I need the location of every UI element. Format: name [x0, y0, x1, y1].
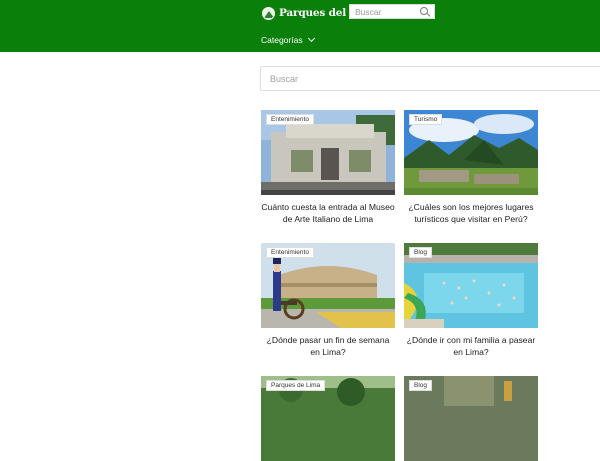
post-card[interactable]: Parques de Lima [261, 376, 395, 461]
post-card[interactable]: Entenimiento ¿Dónde pasar un fin de sema… [261, 243, 395, 358]
post-thumbnail[interactable]: Blog [404, 243, 538, 328]
main-search-placeholder: Buscar [270, 74, 299, 84]
post-card[interactable]: Blog [404, 376, 538, 461]
header-search-input[interactable]: Buscar [349, 4, 435, 19]
category-badge[interactable]: Entenimiento [266, 114, 314, 125]
post-thumbnail[interactable]: Parques de Lima [261, 376, 395, 461]
post-title[interactable]: Cuánto cuesta la entrada al Museo de Art… [261, 201, 395, 225]
post-card[interactable]: Blog ¿Dónde ir con mi familia a pasear e… [404, 243, 538, 358]
category-badge[interactable]: Blog [409, 380, 433, 391]
search-icon[interactable] [419, 6, 431, 18]
park-logo-icon [262, 6, 275, 20]
category-badge[interactable]: Parques de Lima [266, 380, 326, 391]
chevron-down-icon [307, 34, 315, 43]
nav-categories-label: Categorías [261, 35, 303, 45]
nav-categories[interactable]: Categorías [261, 34, 315, 45]
header-search-placeholder: Buscar [355, 6, 382, 17]
post-title[interactable]: ¿Dónde pasar un fin de semana en Lima? [261, 334, 395, 358]
post-card[interactable]: Turismo ¿Cuáles son los mejores lugares … [404, 110, 538, 225]
post-thumbnail[interactable]: Entenimiento [261, 110, 395, 195]
main-search-input[interactable]: Buscar [260, 66, 600, 91]
site-header: Parques del Perú Buscar Categorías [0, 0, 600, 52]
post-card[interactable]: Entenimiento Cuánto cuesta la entrada al… [261, 110, 395, 225]
post-thumbnail[interactable]: Blog [404, 376, 538, 461]
post-title[interactable]: ¿Dónde ir con mi familia a pasear en Lim… [404, 334, 538, 358]
category-badge[interactable]: Entenimiento [266, 247, 314, 258]
post-thumbnail[interactable]: Entenimiento [261, 243, 395, 328]
category-badge[interactable]: Turismo [409, 114, 443, 125]
post-thumbnail[interactable]: Turismo [404, 110, 538, 195]
post-title[interactable]: ¿Cuáles son los mejores lugares turístic… [404, 201, 538, 225]
category-badge[interactable]: Blog [409, 247, 433, 258]
